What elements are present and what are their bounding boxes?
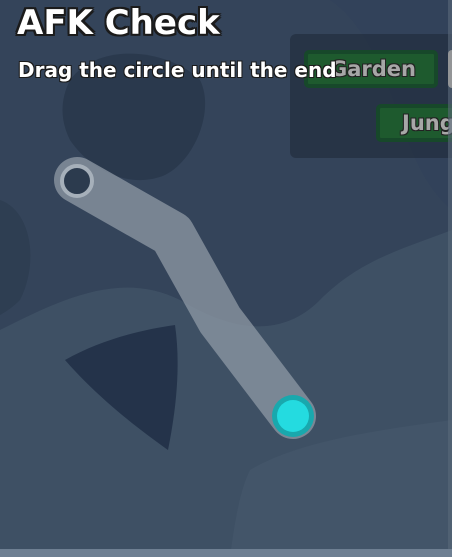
right-border — [448, 0, 452, 557]
afk-check-title: AFK Check — [17, 3, 220, 43]
drag-track — [54, 157, 316, 439]
path-end-ring-icon — [60, 164, 94, 198]
afk-check-instruction: Drag the circle until the end — [18, 58, 337, 82]
game-viewport: Garden Jungle AFK Check Drag the circle … — [0, 0, 452, 557]
bottom-border — [0, 549, 452, 557]
drag-handle-circle-icon[interactable] — [277, 400, 309, 432]
